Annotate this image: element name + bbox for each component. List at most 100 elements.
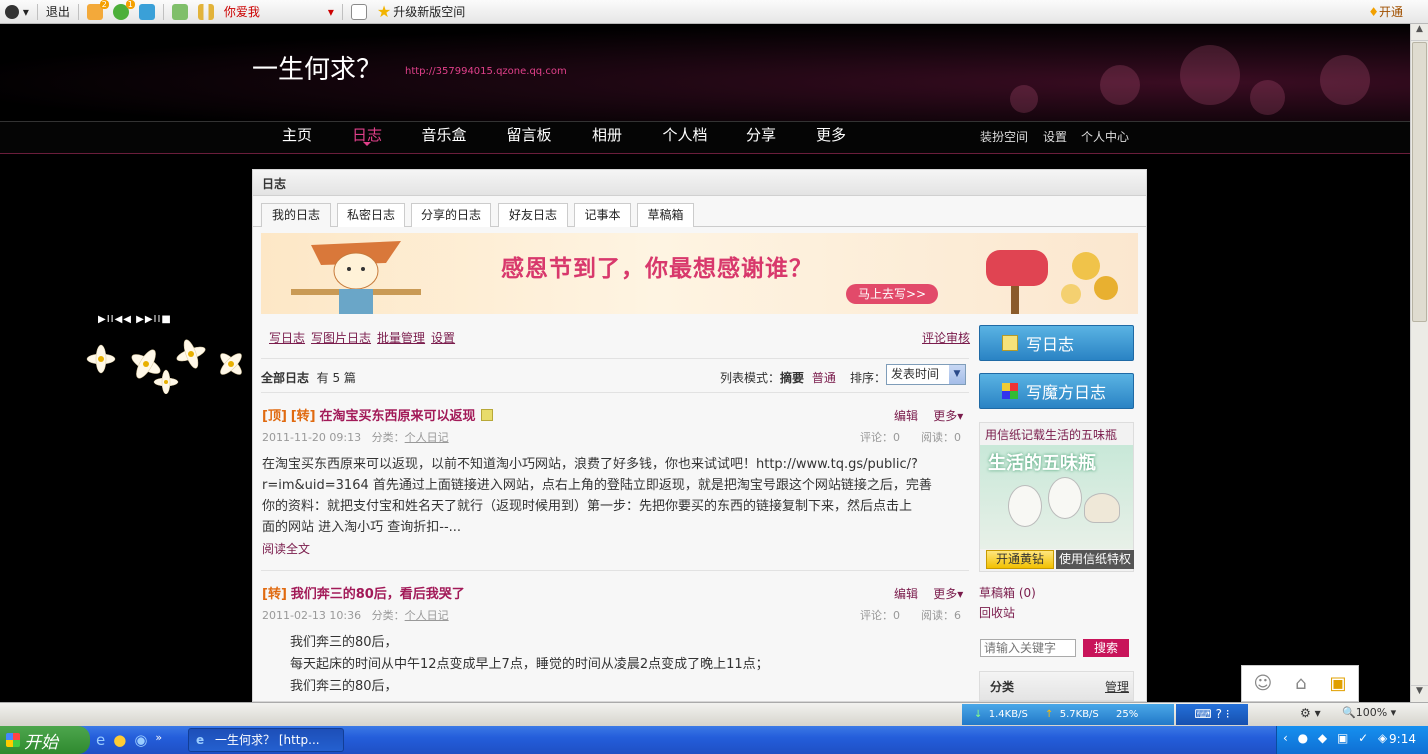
start-button[interactable]: 开始 xyxy=(0,726,90,754)
scroll-thumb[interactable] xyxy=(1412,42,1427,322)
back-button[interactable] xyxy=(167,0,193,24)
nav-guestbook[interactable]: 留言板 xyxy=(498,122,560,153)
tab-drafts[interactable]: 草稿箱 xyxy=(637,203,694,227)
write-magic-log-button[interactable]: 写魔方日志 xyxy=(979,373,1134,409)
tab-notebook[interactable]: 记事本 xyxy=(574,203,631,227)
post-title-row: [转] 我们奔三的80后，看后我哭了 xyxy=(262,583,970,602)
bokeh-decoration xyxy=(1180,45,1240,105)
back-icon xyxy=(171,3,188,20)
nav-more[interactable]: 更多 xyxy=(808,122,854,153)
edit-link[interactable]: 编辑 xyxy=(894,409,918,423)
batch-manage-link[interactable]: 批量管理 xyxy=(377,329,425,346)
edit-button[interactable] xyxy=(346,0,372,24)
clover-button[interactable]: 1 xyxy=(108,0,135,24)
browser-icon[interactable]: ◉ xyxy=(134,731,147,749)
chevron-down-icon: ▼ xyxy=(949,365,965,384)
nav-blog[interactable]: 日志 xyxy=(342,122,392,153)
category-link[interactable]: 个人日记 xyxy=(405,431,449,444)
share-icon[interactable]: ▣ xyxy=(1330,673,1347,694)
more-icon[interactable]: » xyxy=(155,731,162,749)
stationery-privilege-text: 使用信纸特权 xyxy=(1056,550,1134,569)
taskbar-window-button[interactable]: e 一生何求？ [http... xyxy=(188,728,344,752)
post-title[interactable]: 我们奔三的80后，看后我哭了 xyxy=(291,583,465,602)
recycle-bin-link[interactable]: 回收站 xyxy=(979,604,1015,621)
list-summary: 全部日志 有 5 篇 xyxy=(261,369,356,386)
star-icon: ★ xyxy=(376,2,392,21)
friends-icon[interactable]: ☺ xyxy=(1253,673,1272,694)
qq-icon[interactable]: ● xyxy=(113,731,126,749)
ime-toolbar[interactable]: ⌨ ? ⁝ xyxy=(1176,704,1248,725)
nav-profile[interactable]: 个人档 xyxy=(654,122,716,153)
nav-settings[interactable]: 设置 xyxy=(1043,122,1067,153)
comment-count: 评论：0 xyxy=(860,431,900,444)
write-log-link[interactable]: 写日志 xyxy=(269,329,305,346)
message-button[interactable]: 2 xyxy=(82,0,109,24)
nav-personal-center[interactable]: 个人中心 xyxy=(1081,122,1129,153)
security-icon[interactable]: ⚙ ▾ xyxy=(1300,706,1321,720)
post-title[interactable]: 在淘宝买东西原来可以返现 xyxy=(319,405,475,424)
scroll-down-icon[interactable]: ▼ xyxy=(1411,685,1428,702)
search-input[interactable] xyxy=(980,639,1076,657)
settings-link[interactable]: 设置 xyxy=(431,329,455,346)
tab-private-logs[interactable]: 私密日志 xyxy=(337,203,405,227)
upgrade-button[interactable]: ★ 升级新版空间 xyxy=(372,0,470,24)
zoom-control[interactable]: 🔍100% ▾ xyxy=(1342,706,1396,719)
name-dropdown[interactable]: 你爱我 ▾ xyxy=(219,0,339,24)
browser-menu-button[interactable]: ▾ xyxy=(0,0,34,24)
thanksgiving-banner[interactable]: 感恩节到了，你最想感谢谁？ 马上去写>> xyxy=(261,233,1138,314)
excerpt-line: 你的资料：就把支付宝和姓名天了就行（返现时候用到）第一步：先把你要买的东西的链接… xyxy=(262,499,913,514)
search-button[interactable]: 搜索 xyxy=(1083,639,1129,657)
excerpt-line: 我们奔三的80后， xyxy=(290,635,398,650)
divider xyxy=(261,358,969,359)
scroll-up-icon[interactable]: ▲ xyxy=(1411,24,1428,41)
comment-count: 评论：0 xyxy=(860,609,900,622)
help-button[interactable] xyxy=(134,0,160,24)
keyboard-icon: ⌨ xyxy=(1194,707,1212,721)
egg-illustration xyxy=(1008,485,1042,527)
more-link[interactable]: 更多▾ xyxy=(933,587,963,601)
pause-button[interactable] xyxy=(193,0,219,24)
read-count: 阅读：6 xyxy=(920,609,961,622)
mode-summary[interactable]: 摘要 xyxy=(780,371,804,385)
mode-normal[interactable]: 普通 xyxy=(812,371,836,385)
more-link[interactable]: 更多▾ xyxy=(933,409,963,423)
nav-album[interactable]: 相册 xyxy=(584,122,630,153)
nav-music[interactable]: 音乐盒 xyxy=(412,122,476,153)
download-speed: 1.4KB/S xyxy=(988,709,1028,720)
log-count: 有 5 篇 xyxy=(316,371,356,385)
stationery-promo[interactable]: 用信纸记载生活的五味瓶 生活的五味瓶 开通黄钻 使用信纸特权 xyxy=(979,422,1134,572)
edit-link[interactable]: 编辑 xyxy=(894,587,918,601)
tab-shared-logs[interactable]: 分享的日志 xyxy=(411,203,491,227)
category-label: 分类： xyxy=(371,609,405,622)
qzone-header: 一生何求？ http://357994015.qzone.qq.com xyxy=(0,25,1410,121)
nav-decorate[interactable]: 装扮空间 xyxy=(980,122,1028,153)
space-url[interactable]: http://357994015.qzone.qq.com xyxy=(405,66,567,77)
drafts-link[interactable]: 草稿箱 (0) xyxy=(979,584,1036,601)
page-scrollbar[interactable]: ▲ ▼ xyxy=(1410,24,1428,702)
tab-my-logs[interactable]: 我的日志 xyxy=(261,203,331,227)
comment-review-link[interactable]: 评论审核 xyxy=(922,329,970,346)
open-vip-button[interactable]: ♦ 开通 xyxy=(1363,0,1408,24)
write-now-button[interactable]: 马上去写>> xyxy=(846,284,938,304)
tray-icons[interactable]: ‹ ● ◆ ▣ ✓ ◈ xyxy=(1283,731,1390,745)
manage-link[interactable]: 管理 xyxy=(1105,678,1129,695)
read-more-link[interactable]: 阅读全文 xyxy=(262,540,970,557)
open-yellow-diamond-button[interactable]: 开通黄钻 xyxy=(986,550,1054,569)
action-links: 写日志 写图片日志 批量管理 设置 xyxy=(269,329,455,346)
sort-select[interactable]: 发表时间 ▼ xyxy=(886,364,966,385)
post-excerpt: 在淘宝买东西原来可以返现，以前不知道淘小巧网站，浪费了好多钱，你也来试试吧！ht… xyxy=(262,454,970,538)
nav-home[interactable]: 主页 xyxy=(272,122,322,153)
category-link[interactable]: 个人日记 xyxy=(405,609,449,622)
active-indicator-icon xyxy=(363,142,371,146)
back-to-top-icon[interactable]: ⌂ xyxy=(1295,673,1306,694)
ie-icon[interactable]: e xyxy=(96,731,105,749)
logout-button[interactable]: 退出 xyxy=(41,0,75,24)
upgrade-label: 升级新版空间 xyxy=(393,5,466,19)
nav-share[interactable]: 分享 xyxy=(738,122,784,153)
clover-icon: 1 xyxy=(112,0,135,20)
write-photo-log-link[interactable]: 写图片日志 xyxy=(311,329,371,346)
tab-friend-logs[interactable]: 好友日志 xyxy=(498,203,568,227)
write-log-button[interactable]: 写日志 xyxy=(979,325,1134,361)
post-actions: 编辑 更多▾ xyxy=(894,585,963,602)
system-tray: ‹ ● ◆ ▣ ✓ ◈ 9:14 xyxy=(1276,726,1428,754)
